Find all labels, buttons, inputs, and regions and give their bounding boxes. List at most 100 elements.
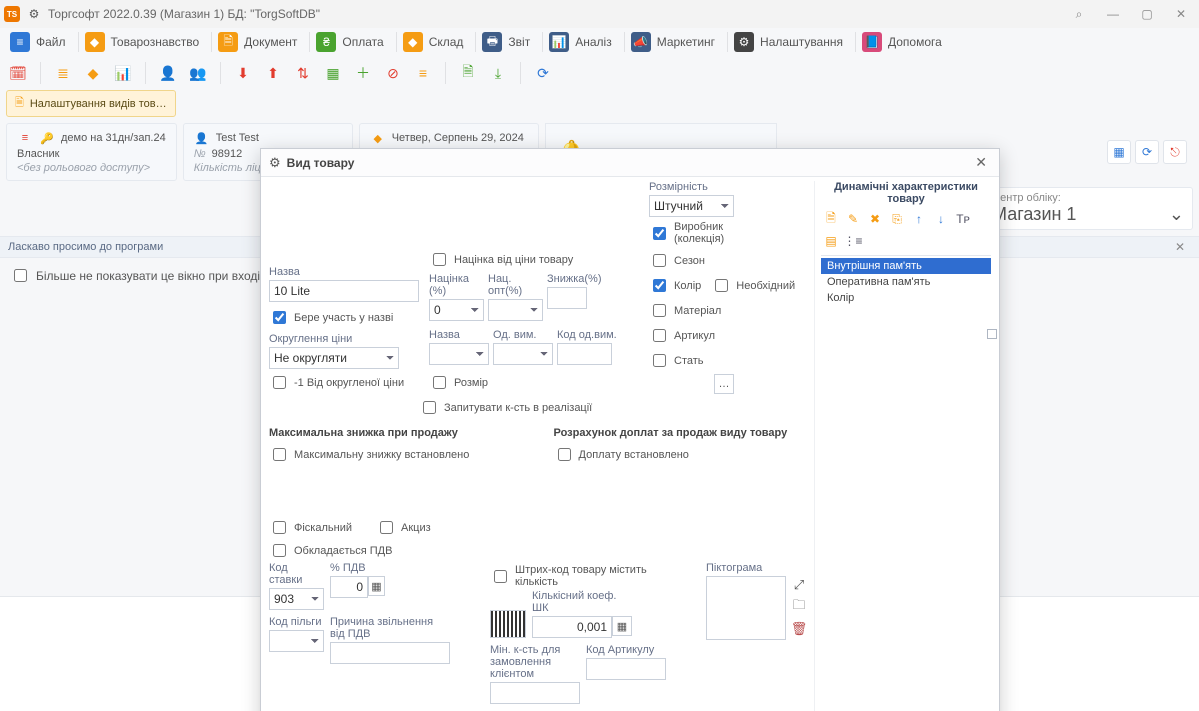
input-exempt[interactable] bbox=[330, 642, 450, 664]
tool-calendar[interactable]: 🗓 bbox=[6, 61, 30, 85]
tool-add[interactable]: ＋ bbox=[351, 61, 375, 85]
menu-warehouse[interactable]: ◆Склад bbox=[399, 29, 474, 55]
chk-necessary[interactable]: Необхідний bbox=[711, 276, 795, 295]
chk-excise[interactable]: Акциз bbox=[376, 518, 431, 537]
payment-icon: ₴ bbox=[316, 32, 336, 52]
tool-users[interactable]: 👥 bbox=[186, 61, 210, 85]
toolbar: 🗓 ≣ ◆ 📊 👤 👥 ⬇ ⬆ ⇅ ▦ ＋ ⊘ ≡ 🗎 ⤓ ⟳ bbox=[0, 56, 1199, 90]
tool-stack[interactable]: ◆ bbox=[81, 61, 105, 85]
select-benefit[interactable] bbox=[269, 630, 324, 652]
open-tab-settings[interactable]: 🗎 Налаштування видів тов… bbox=[6, 90, 176, 117]
tool-up[interactable]: ⬆ bbox=[261, 61, 285, 85]
chk-article[interactable]: Артикул bbox=[649, 326, 734, 345]
search-icon[interactable]: ⌕ bbox=[1065, 4, 1093, 24]
menu-analysis[interactable]: 📊Аналіз bbox=[545, 29, 621, 55]
text-icon[interactable]: Tᴘ bbox=[953, 209, 973, 229]
chk-color[interactable]: Колір bbox=[649, 276, 701, 295]
separator bbox=[445, 62, 446, 84]
chk-from-rounded[interactable]: -1 Від округленої ціни bbox=[269, 373, 419, 392]
select-wholesale[interactable] bbox=[488, 299, 543, 321]
chk-gender[interactable]: Стать bbox=[649, 351, 734, 370]
tool-grid[interactable]: ▦ bbox=[321, 61, 345, 85]
tool-refresh[interactable]: ⟳ bbox=[531, 61, 555, 85]
expand-icon[interactable]: ⤢ bbox=[790, 576, 808, 594]
chk-manufacturer[interactable]: Виробник (колекція) bbox=[649, 221, 734, 245]
chk-surcharge[interactable]: Доплату встановлено bbox=[554, 445, 809, 464]
bullets-icon[interactable]: ⋮≡ bbox=[843, 231, 863, 251]
chk-ask-qty[interactable]: Запитувати к-сть в реалізації bbox=[419, 398, 808, 417]
menu-marketing[interactable]: 📣Маркетинг bbox=[627, 29, 725, 55]
menu-document[interactable]: 🗎Документ bbox=[214, 29, 307, 55]
menu-help[interactable]: 📘Допомога bbox=[858, 29, 952, 55]
refresh-button[interactable]: ⟳ bbox=[1135, 140, 1159, 164]
right-scrollbar[interactable] bbox=[987, 329, 997, 509]
input-min-qty[interactable] bbox=[490, 682, 580, 704]
input-article-code[interactable] bbox=[586, 658, 666, 680]
tool-forbid[interactable]: ⊘ bbox=[381, 61, 405, 85]
input-unit-code[interactable] bbox=[557, 343, 612, 365]
tool-lines[interactable]: ≡ bbox=[411, 61, 435, 85]
menu-report[interactable]: 🖶Звіт bbox=[478, 29, 540, 55]
select-rounding[interactable]: Не округляти bbox=[269, 347, 399, 369]
right-item-1[interactable]: Оперативна пам'ять bbox=[821, 274, 991, 290]
demo-role: <без рольового доступу> bbox=[17, 162, 150, 174]
menu-settings[interactable]: ⚙Налаштування bbox=[730, 29, 853, 55]
chk-fiscal[interactable]: Фіскальний bbox=[269, 518, 352, 537]
exit-button[interactable]: ⎋ bbox=[1163, 140, 1187, 164]
folder-icon[interactable]: 🗀 bbox=[790, 598, 808, 616]
select-dimension[interactable]: Штучний bbox=[649, 195, 734, 217]
select-unit[interactable] bbox=[493, 343, 553, 365]
layout-button[interactable]: ▦ bbox=[1107, 140, 1131, 164]
del-doc-icon[interactable]: ✖ bbox=[865, 209, 885, 229]
chk-size[interactable]: Розмір bbox=[429, 373, 639, 392]
chk-markup-from-price[interactable]: Націнка від ціни товару bbox=[429, 250, 639, 269]
separator bbox=[542, 32, 543, 52]
list-icon[interactable]: ▤ bbox=[821, 231, 841, 251]
chk-barcode-qty[interactable]: Штрих-код товару містить кількість bbox=[490, 564, 666, 588]
up-icon[interactable]: ↑ bbox=[909, 209, 929, 229]
chk-vat[interactable]: Обкладається ПДВ bbox=[269, 541, 808, 560]
add-doc-icon[interactable]: 🗎 bbox=[821, 209, 841, 229]
chk-max-discount[interactable]: Максимальну знижку встановлено bbox=[269, 445, 524, 464]
tool-list[interactable]: ≣ bbox=[51, 61, 75, 85]
tool-chart[interactable]: 📊 bbox=[111, 61, 135, 85]
gear-icon[interactable]: ⚙ bbox=[26, 6, 42, 22]
maximize-button[interactable]: ▢ bbox=[1133, 4, 1161, 24]
chk-season[interactable]: Сезон bbox=[649, 251, 734, 270]
select-rate[interactable]: 903 bbox=[269, 588, 324, 610]
calc2-button[interactable]: ▦ bbox=[612, 616, 632, 636]
menu-goods[interactable]: ◆Товарознавство bbox=[81, 29, 210, 55]
right-item-0[interactable]: Внутрішня пам'ять bbox=[821, 258, 991, 274]
welcome-close[interactable]: ✕ bbox=[1169, 240, 1191, 254]
tool-swap[interactable]: ⇅ bbox=[291, 61, 315, 85]
select-name2[interactable] bbox=[429, 343, 489, 365]
close-button[interactable]: ✕ bbox=[1167, 4, 1195, 24]
copy-doc-icon[interactable]: ⎘ bbox=[887, 209, 907, 229]
menu-file[interactable]: ≡Файл bbox=[6, 29, 76, 55]
scroll-thumb[interactable] bbox=[987, 329, 997, 339]
input-discount[interactable] bbox=[547, 287, 587, 309]
tool-export[interactable]: ⤓ bbox=[486, 61, 510, 85]
input-vat[interactable] bbox=[330, 576, 368, 598]
input-qty-coef[interactable] bbox=[532, 616, 612, 638]
welcome-check-input[interactable] bbox=[14, 269, 27, 282]
minimize-button[interactable]: — bbox=[1099, 4, 1127, 24]
chk-material[interactable]: Матеріал bbox=[649, 301, 734, 320]
tool-user[interactable]: 👤 bbox=[156, 61, 180, 85]
menu-document-label: Документ bbox=[244, 35, 297, 49]
down-icon[interactable]: ↓ bbox=[931, 209, 951, 229]
accounting-center[interactable]: Центр обліку: Магазин 1⌄ bbox=[983, 187, 1193, 230]
tool-doc[interactable]: 🗎 bbox=[456, 61, 480, 85]
right-item-2[interactable]: Колір bbox=[821, 290, 991, 306]
select-markup[interactable]: 0 bbox=[429, 299, 484, 321]
menu-payment[interactable]: ₴Оплата bbox=[312, 29, 393, 55]
trash-icon[interactable]: 🗑 bbox=[790, 620, 808, 638]
calc-button[interactable]: ▦ bbox=[368, 576, 385, 596]
chk-take-part[interactable]: Бере участь у назві bbox=[269, 308, 419, 327]
edit-doc-icon[interactable]: ✎ bbox=[843, 209, 863, 229]
input-name[interactable] bbox=[269, 280, 419, 302]
modal-close[interactable]: ✕ bbox=[971, 154, 991, 171]
surcharge-title: Розрахунок доплат за продаж виду товару bbox=[554, 427, 809, 439]
more-button[interactable]: … bbox=[714, 374, 734, 394]
tool-down[interactable]: ⬇ bbox=[231, 61, 255, 85]
